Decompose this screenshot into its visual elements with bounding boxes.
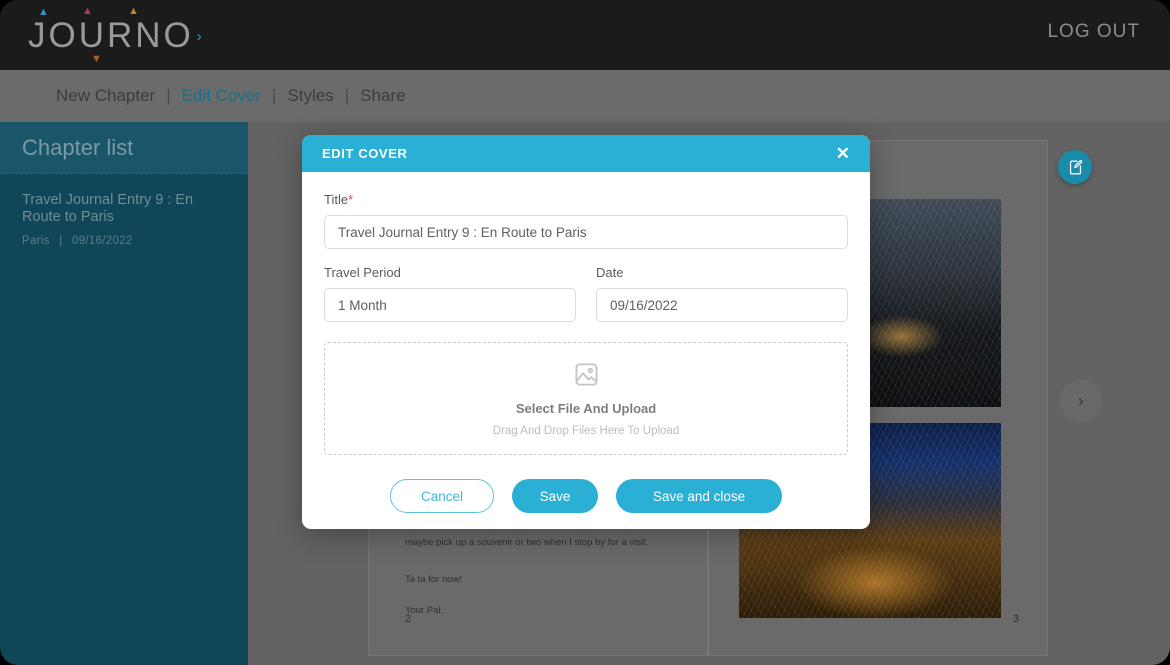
- chapter-title: Travel Journal Entry 9 : En Route to Par…: [22, 192, 194, 225]
- required-asterisk: *: [348, 192, 354, 207]
- modal-header: EDIT COVER ✕: [302, 135, 870, 172]
- dropzone-subtitle: Drag And Drop Files Here To Upload: [492, 424, 680, 437]
- document-edit-glyph: [1069, 159, 1082, 175]
- dropzone-title: Select File And Upload: [515, 400, 657, 416]
- file-dropzone[interactable]: Select File And Upload Drag And Drop Fil…: [324, 342, 848, 455]
- date-input[interactable]: [596, 288, 848, 322]
- travel-period-input[interactable]: [324, 288, 576, 322]
- nav-separator: |: [166, 86, 171, 105]
- chapter-meta: Paris | 09/16/2022: [22, 235, 226, 247]
- edit-cover-modal: EDIT COVER ✕ Title* Travel Period Date: [302, 135, 870, 529]
- nav-separator: |: [344, 86, 350, 105]
- title-field-label: Title*: [324, 192, 848, 207]
- page-line-3: Your Pal,: [405, 605, 444, 616]
- nav-item-share[interactable]: Share: [360, 86, 405, 106]
- date-field: Date: [596, 265, 848, 322]
- chapter-sidebar: Chapter list Travel Journal Entry 9 : En…: [0, 122, 248, 665]
- logo-wordmark: JOURNO ▲ ▲ ▲ ▼: [28, 6, 194, 65]
- modal-body: Title* Travel Period Date: [302, 172, 870, 513]
- title-input[interactable]: [324, 215, 848, 249]
- top-bar: JOURNO ▲ ▲ ▲ ▼ › LOG OUT: [0, 0, 1170, 70]
- travel-period-field: Travel Period: [324, 265, 576, 322]
- logo-caret-icon: ›: [196, 27, 202, 45]
- logo-arrow-down-orange: ▼: [91, 53, 105, 65]
- page-line-2: Ta ta for now!: [405, 574, 463, 585]
- chapter-location: Paris: [22, 235, 50, 247]
- document-edit-icon[interactable]: [1058, 150, 1092, 184]
- modal-title: EDIT COVER: [322, 146, 408, 161]
- close-icon[interactable]: ✕: [832, 143, 854, 164]
- save-and-close-button[interactable]: Save and close: [616, 479, 782, 513]
- travel-period-label: Travel Period: [324, 265, 401, 280]
- secondary-nav-bar: New Chapter | Edit Cover | Styles | Shar…: [0, 70, 1170, 122]
- modal-actions: Cancel Save Save and close: [324, 479, 848, 513]
- app-root: JOURNO ▲ ▲ ▲ ▼ › LOG OUT New Chapter | E…: [0, 0, 1170, 665]
- sidebar-header-title: Chapter list: [0, 122, 248, 174]
- page-number-left: 2: [405, 613, 412, 625]
- save-button[interactable]: Save: [512, 479, 598, 513]
- chevron-right-icon: ›: [1078, 391, 1084, 410]
- image-placeholder-icon: [574, 362, 598, 386]
- chapter-meta-separator: |: [59, 235, 63, 247]
- title-label-text: Title: [324, 192, 349, 207]
- next-page-button[interactable]: ›: [1060, 380, 1102, 422]
- app-logo[interactable]: JOURNO ▲ ▲ ▲ ▼ ›: [28, 6, 202, 65]
- period-date-row: Travel Period Date: [324, 265, 848, 322]
- logo-text: JOURNO: [28, 16, 194, 55]
- nav-items: New Chapter | Edit Cover | Styles | Shar…: [56, 70, 406, 122]
- date-label: Date: [596, 265, 624, 280]
- page-number-right: 3: [1012, 613, 1019, 625]
- cancel-button[interactable]: Cancel: [390, 479, 494, 513]
- nav-separator: |: [272, 86, 277, 105]
- nav-item-styles[interactable]: Styles: [287, 86, 333, 106]
- nav-item-edit-cover[interactable]: Edit Cover: [182, 86, 261, 106]
- page-line-1: maybe pick up a souvenir or two when I s…: [405, 537, 649, 548]
- chapter-date: 09/16/2022: [72, 235, 133, 247]
- nav-item-new-chapter[interactable]: New Chapter: [56, 86, 155, 106]
- logout-button[interactable]: LOG OUT: [1047, 21, 1140, 43]
- sidebar-chapter-item[interactable]: Travel Journal Entry 9 : En Route to Par…: [0, 174, 248, 257]
